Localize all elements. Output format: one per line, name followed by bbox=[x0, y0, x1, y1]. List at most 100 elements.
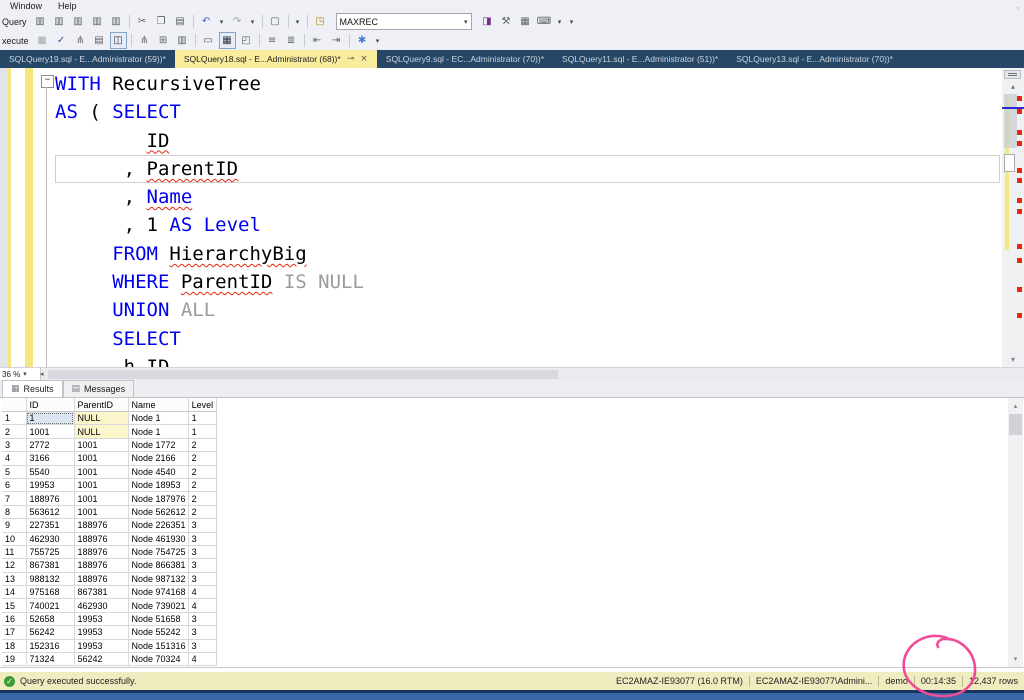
editor-zoom-combo[interactable]: 36 % ▾ bbox=[0, 368, 41, 380]
chevron-down-icon[interactable]: ▾ bbox=[464, 18, 468, 26]
grid-cell[interactable]: Node 1 bbox=[128, 425, 188, 438]
grid-cell[interactable]: 867381 bbox=[26, 559, 74, 572]
grid-column-header[interactable]: ParentID bbox=[74, 398, 128, 412]
grid-cell[interactable]: Node 70324 bbox=[128, 653, 188, 666]
new-database-engine-query-icon[interactable]: ▥ bbox=[32, 13, 49, 30]
undo-dropdown-icon[interactable]: ▾ bbox=[217, 13, 227, 30]
grid-cell[interactable]: 3 bbox=[188, 626, 216, 639]
live-query-stats-icon[interactable]: ⊞ bbox=[155, 32, 172, 49]
grid-cell[interactable]: Node 1772 bbox=[128, 438, 188, 451]
scroll-down-icon[interactable]: ▾ bbox=[1008, 653, 1023, 665]
grid-cell[interactable]: 19953 bbox=[74, 639, 128, 652]
toolbar2-overflow-icon[interactable]: ▾ bbox=[373, 32, 383, 49]
copy-icon[interactable]: ❐ bbox=[153, 13, 170, 30]
grid-cell[interactable]: 563612 bbox=[26, 505, 74, 518]
tab-results[interactable]: ▦Results bbox=[2, 380, 63, 397]
grid-cell[interactable]: Node 987132 bbox=[128, 572, 188, 585]
grid-cell[interactable]: Node 2166 bbox=[128, 452, 188, 465]
tab-messages[interactable]: ▤Messages bbox=[63, 380, 135, 397]
grid-cell[interactable]: 3 bbox=[188, 572, 216, 585]
scroll-up-icon[interactable]: ▴ bbox=[1002, 80, 1024, 92]
grid-cell[interactable]: 1001 bbox=[74, 492, 128, 505]
new-query-button[interactable]: Query bbox=[2, 17, 27, 27]
document-tab[interactable]: SQLQuery11.sql - E...Administrator (51))… bbox=[553, 50, 727, 68]
chevron-down-icon[interactable]: ▾ bbox=[23, 370, 27, 378]
grid-column-header[interactable]: ID bbox=[26, 398, 74, 412]
results-pane-toggle-icon[interactable]: ◫ bbox=[110, 32, 127, 49]
row-number-cell[interactable]: 10 bbox=[2, 532, 26, 545]
grid-cell[interactable]: 4 bbox=[188, 586, 216, 599]
grid-cell[interactable]: 188976 bbox=[74, 532, 128, 545]
find-in-files-icon[interactable]: ◳ bbox=[312, 13, 329, 30]
grid-cell[interactable]: 1001 bbox=[74, 465, 128, 478]
grid-cell[interactable]: Node 18953 bbox=[128, 478, 188, 491]
grid-cell[interactable]: 4 bbox=[188, 599, 216, 612]
grid-cell[interactable]: Node 562612 bbox=[128, 505, 188, 518]
grid-cell[interactable]: 3 bbox=[188, 559, 216, 572]
row-number-cell[interactable]: 12 bbox=[2, 559, 26, 572]
toolbar-dropdown-icon[interactable]: ▾ bbox=[293, 13, 303, 30]
grid-cell[interactable]: 188976 bbox=[26, 492, 74, 505]
document-tab[interactable]: SQLQuery9.sql - EC...Administrator (70))… bbox=[377, 50, 553, 68]
scroll-up-icon[interactable]: ▴ bbox=[1008, 400, 1023, 412]
grid-cell[interactable]: 975168 bbox=[26, 586, 74, 599]
analysis-services-mdx-query-icon[interactable]: ▥ bbox=[51, 13, 68, 30]
grid-column-header[interactable] bbox=[2, 398, 26, 412]
tab-list-dropdown-icon[interactable]: ▾ bbox=[1016, 4, 1020, 13]
grid-cell[interactable]: 867381 bbox=[74, 586, 128, 599]
grid-cell[interactable]: 1 bbox=[26, 412, 74, 425]
analysis-services-dmx-query-icon[interactable]: ▥ bbox=[70, 13, 87, 30]
uncomment-lines-icon[interactable]: ≣ bbox=[283, 32, 300, 49]
menu-window[interactable]: Window bbox=[10, 1, 42, 11]
template-parameters-icon[interactable]: ✱ bbox=[354, 32, 371, 49]
row-number-cell[interactable]: 16 bbox=[2, 612, 26, 625]
decrease-indent-icon[interactable]: ⇤ bbox=[309, 32, 326, 49]
row-number-cell[interactable]: 3 bbox=[2, 438, 26, 451]
editor-scrollbar-thumb[interactable] bbox=[1004, 94, 1017, 148]
grid-cell[interactable]: Node 51658 bbox=[128, 612, 188, 625]
grid-cell[interactable]: 3166 bbox=[26, 452, 74, 465]
sql-window-icon[interactable]: ◨ bbox=[479, 13, 496, 30]
results-vertical-scrollbar[interactable]: ▴ ▾ bbox=[1008, 398, 1023, 667]
pin-icon[interactable]: ⊸ bbox=[347, 54, 355, 64]
scroll-down-icon[interactable]: ▾ bbox=[1002, 353, 1024, 365]
toolbox-icon[interactable]: ▦ bbox=[517, 13, 534, 30]
grid-cell[interactable]: 3 bbox=[188, 532, 216, 545]
grid-cell[interactable]: 3 bbox=[188, 545, 216, 558]
close-icon[interactable]: × bbox=[360, 54, 368, 64]
analysis-services-xmla-query-icon[interactable]: ▥ bbox=[89, 13, 106, 30]
grid-cell[interactable]: 740021 bbox=[26, 599, 74, 612]
grid-cell[interactable]: 1001 bbox=[74, 452, 128, 465]
grid-cell[interactable]: 1 bbox=[188, 425, 216, 438]
grid-cell[interactable]: 56242 bbox=[26, 626, 74, 639]
grid-cell[interactable]: 188976 bbox=[74, 572, 128, 585]
grid-cell[interactable]: 2 bbox=[188, 465, 216, 478]
row-number-cell[interactable]: 17 bbox=[2, 626, 26, 639]
grid-cell[interactable]: 19953 bbox=[74, 612, 128, 625]
menu-help[interactable]: Help bbox=[58, 1, 77, 11]
grid-cell[interactable]: 2 bbox=[188, 505, 216, 518]
grid-cell[interactable]: Node 754725 bbox=[128, 545, 188, 558]
document-tab[interactable]: SQLQuery18.sql - E...Administrator (68))… bbox=[175, 50, 377, 68]
query-options-icon[interactable]: ▤ bbox=[91, 32, 108, 49]
grid-cell[interactable]: 71324 bbox=[26, 653, 74, 666]
grid-cell[interactable]: 3 bbox=[188, 639, 216, 652]
row-number-cell[interactable]: 19 bbox=[2, 653, 26, 666]
grid-cell[interactable]: 1 bbox=[188, 412, 216, 425]
row-number-cell[interactable]: 5 bbox=[2, 465, 26, 478]
horizontal-scrollbar-thumb[interactable] bbox=[48, 370, 558, 379]
grid-cell[interactable]: 2 bbox=[188, 492, 216, 505]
grid-cell[interactable]: Node 866381 bbox=[128, 559, 188, 572]
grid-cell[interactable]: 462930 bbox=[74, 599, 128, 612]
sql-code-text[interactable]: WITH RecursiveTreeAS ( SELECT ID , Paren… bbox=[55, 70, 1000, 367]
grid-cell[interactable]: 2772 bbox=[26, 438, 74, 451]
grid-cell[interactable]: NULL bbox=[74, 425, 128, 438]
grid-cell[interactable]: 2 bbox=[188, 452, 216, 465]
comment-lines-icon[interactable]: ≡ bbox=[264, 32, 281, 49]
editor-vertical-scrollbar[interactable]: ▴ ▾ bbox=[1002, 68, 1024, 367]
increase-indent-icon[interactable]: ⇥ bbox=[328, 32, 345, 49]
row-number-cell[interactable]: 15 bbox=[2, 599, 26, 612]
row-number-cell[interactable]: 7 bbox=[2, 492, 26, 505]
grid-cell[interactable]: 2 bbox=[188, 438, 216, 451]
grid-cell[interactable]: 188976 bbox=[74, 545, 128, 558]
